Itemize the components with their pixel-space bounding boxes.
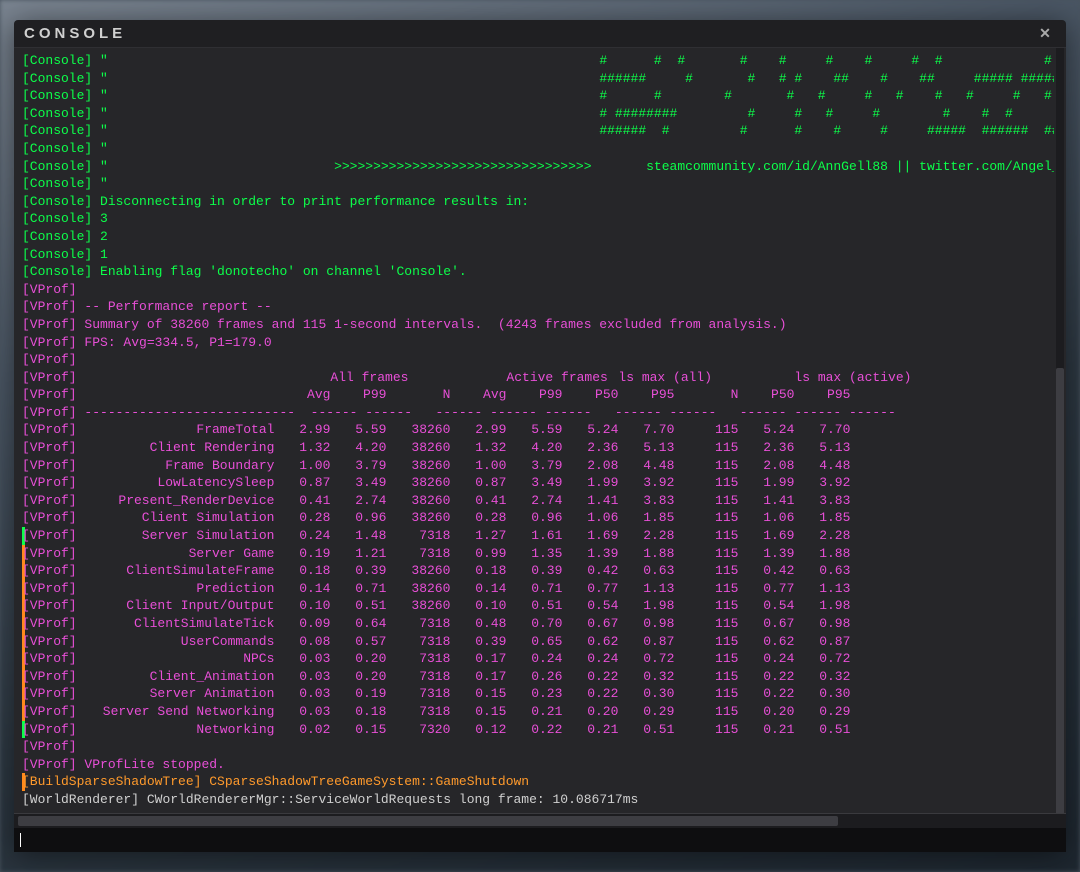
console-line: [VProf] Server Animation0.030.1973180.15…: [22, 685, 1048, 703]
console-line: [Console] 2: [22, 228, 1048, 246]
console-line: [VProf]: [22, 351, 1048, 369]
console-line: [BuildSparseShadowTree] CSparseShadowTre…: [22, 773, 1048, 791]
console-line: [VProf] ClientSimulateFrame0.180.3938260…: [22, 562, 1048, 580]
console-line: [VProf] FrameTotal2.995.59382602.995.595…: [22, 421, 1048, 439]
console-line: [VProf] Server Send Networking0.030.1873…: [22, 703, 1048, 721]
console-line: [VProf] Summary of 38260 frames and 115 …: [22, 316, 1048, 334]
console-line: [VProf] Prediction0.140.71382600.140.710…: [22, 580, 1048, 598]
console-line: [Console] " # # # # # # # # # #: [22, 52, 1048, 70]
console-line: [Console] " ###### # # # # ## # ## #####…: [22, 70, 1048, 88]
console-line: [Console] " # # # # # # # # # # # # #: [22, 87, 1048, 105]
console-input[interactable]: [21, 833, 1060, 848]
console-line: [VProf] -- Performance report --: [22, 298, 1048, 316]
console-line: [Console] 3: [22, 210, 1048, 228]
horizontal-scrollbar-thumb[interactable]: [18, 816, 838, 826]
close-icon[interactable]: ✕: [1038, 25, 1056, 43]
console-line: [VProf] Client Simulation0.280.96382600.…: [22, 509, 1048, 527]
console-line: [VProf] ClientSimulateTick0.090.6473180.…: [22, 615, 1048, 633]
console-line: [WorldRenderer] CWorldRendererMgr::Servi…: [22, 791, 1048, 809]
console-line: [VProf] VProfLite stopped.: [22, 756, 1048, 774]
console-line: [Console] ": [22, 175, 1048, 193]
console-line: [Console] Enabling flag 'donotecho' on c…: [22, 263, 1048, 281]
console-line: [VProf]: [22, 738, 1048, 756]
console-line: [VProf] Client Rendering1.324.20382601.3…: [22, 439, 1048, 457]
console-line: [VProf] Server Simulation0.241.4873181.2…: [22, 527, 1048, 545]
console-line: [Console] " ###### # # # # # ##### #####…: [22, 122, 1048, 140]
console-line: [Console] Disconnecting in order to prin…: [22, 193, 1048, 211]
console-scroll-area: [Console] " # # # # # # # # # #[Console]…: [14, 48, 1066, 813]
console-line: [VProf] Client Input/Output0.100.5138260…: [22, 597, 1048, 615]
console-panel: CONSOLE ✕ [Console] " # # # # # # # # # …: [14, 20, 1066, 852]
console-line: [VProf] All framesActive framesls max (a…: [22, 369, 1048, 387]
console-line: [VProf] Networking0.020.1573200.120.220.…: [22, 721, 1048, 739]
console-output[interactable]: [Console] " # # # # # # # # # #[Console]…: [16, 48, 1054, 813]
console-line: [VProf] Server Game0.191.2173180.991.351…: [22, 545, 1048, 563]
console-input-row: [14, 828, 1066, 852]
console-line: [VProf] NPCs0.030.2073180.170.240.240.72…: [22, 650, 1048, 668]
console-line: [Console] " # ######## # # # # # # # #: [22, 105, 1048, 123]
console-line: [VProf] Present_RenderDevice0.412.743826…: [22, 492, 1048, 510]
console-line: [VProf] --------------------------- ----…: [22, 404, 1048, 422]
console-line: [Console] " >>>>>>>>>>>>>>>>>>>>>>>>>>>>…: [22, 158, 1048, 176]
console-line: [Console] ": [22, 140, 1048, 158]
console-line: [VProf] Frame Boundary1.003.79382601.003…: [22, 457, 1048, 475]
horizontal-scrollbar-track[interactable]: [14, 814, 1066, 828]
console-line: [VProf]: [22, 281, 1048, 299]
titlebar: CONSOLE ✕: [14, 20, 1066, 48]
window-title: CONSOLE: [24, 25, 1038, 42]
console-line: [VProf] AvgP99NAvgP99P50P95NP50P95: [22, 386, 1048, 404]
console-line: [VProf] LowLatencySleep0.873.49382600.87…: [22, 474, 1048, 492]
console-line: [Console] 1: [22, 246, 1048, 264]
vertical-scrollbar-thumb[interactable]: [1056, 368, 1064, 813]
console-line: [VProf] Client_Animation0.030.2073180.17…: [22, 668, 1048, 686]
console-line: [VProf] FPS: Avg=334.5, P1=179.0: [22, 334, 1048, 352]
console-line: [VProf] UserCommands0.080.5773180.390.65…: [22, 633, 1048, 651]
